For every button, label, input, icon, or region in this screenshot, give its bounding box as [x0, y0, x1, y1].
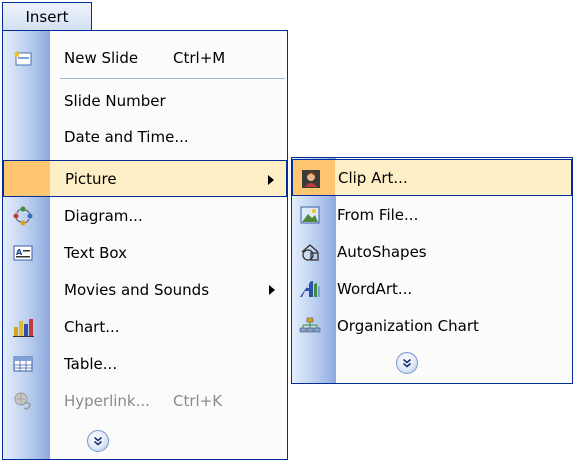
menu-item-shortcut: Ctrl+K: [173, 391, 223, 410]
menu-item-label: AutoShapes: [337, 242, 427, 261]
menu-item-wordart[interactable]: WordArt...: [292, 270, 572, 307]
new-slide-icon: [12, 47, 34, 68]
menu-item-from-file[interactable]: From File...: [292, 196, 572, 233]
chevron-double-down-icon[interactable]: [396, 352, 418, 374]
menu-item-label: Movies and Sounds: [64, 280, 210, 299]
menu-item-organization-chart[interactable]: Organization Chart: [292, 307, 572, 344]
menu-item-hyperlink[interactable]: Hyperlink... Ctrl+K: [3, 382, 287, 419]
svg-text:A: A: [16, 248, 23, 257]
menu-item-table[interactable]: Table...: [3, 345, 287, 382]
diagram-icon: [12, 205, 34, 226]
menu-item-clip-art[interactable]: Clip Art...: [292, 159, 572, 196]
menu-item-diagram[interactable]: Diagram...: [3, 197, 287, 234]
clip-art-icon: [300, 168, 322, 189]
menu-item-picture[interactable]: Picture: [3, 160, 287, 197]
organization-chart-icon: [299, 315, 321, 336]
hyperlink-icon: [12, 390, 34, 411]
wordart-icon: [299, 278, 321, 299]
menu-item-label: Diagram...: [64, 206, 143, 225]
menu-item-label: Hyperlink...: [64, 391, 150, 410]
menu-item-label: Chart...: [64, 317, 120, 336]
menu-item-slide-number[interactable]: Slide Number: [3, 82, 287, 119]
insert-menu-tab[interactable]: Insert: [2, 2, 92, 31]
insert-menu-tab-label: Insert: [25, 8, 69, 26]
insert-menu: New Slide Ctrl+M Slide Number Date and T…: [2, 30, 288, 460]
menu-item-movies-and-sounds[interactable]: Movies and Sounds: [3, 271, 287, 308]
menu-item-shortcut: Ctrl+M: [173, 48, 226, 67]
menu-separator: [60, 78, 285, 79]
chart-icon: [12, 316, 34, 337]
menu-item-chart[interactable]: Chart...: [3, 308, 287, 345]
menu-item-label: New Slide: [64, 48, 139, 67]
menu-item-label: Picture: [65, 169, 117, 188]
menu-item-label: From File...: [337, 205, 419, 224]
submenu-arrow-icon: [269, 285, 275, 295]
from-file-icon: [299, 204, 321, 225]
menu-item-label: Organization Chart: [337, 316, 479, 335]
menu-item-date-and-time[interactable]: Date and Time...: [3, 118, 287, 155]
highlight-gutter: [4, 161, 50, 196]
menu-item-label: Date and Time...: [64, 127, 189, 146]
chevron-double-down-icon[interactable]: [87, 430, 109, 452]
table-icon: [12, 353, 34, 374]
menu-item-text-box[interactable]: A Text Box: [3, 234, 287, 271]
submenu-arrow-icon: [268, 175, 274, 185]
menu-item-label: Slide Number: [64, 91, 166, 110]
autoshapes-icon: [299, 241, 321, 262]
menu-item-new-slide[interactable]: New Slide Ctrl+M: [3, 39, 287, 76]
text-box-icon: A: [12, 242, 34, 263]
menu-item-autoshapes[interactable]: AutoShapes: [292, 233, 572, 270]
menu-item-label: Table...: [64, 354, 118, 373]
menu-item-label: Clip Art...: [338, 168, 408, 187]
menu-item-label: Text Box: [64, 243, 127, 262]
menu-item-label: WordArt...: [337, 279, 413, 298]
picture-submenu: Clip Art... From File... AutoShapes Word…: [291, 157, 573, 384]
